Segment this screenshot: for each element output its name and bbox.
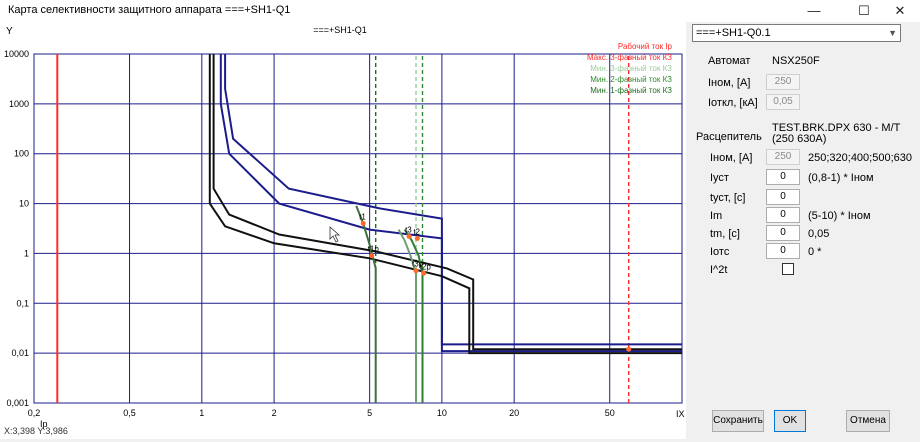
- tust-label: tуст, [c]: [710, 192, 746, 204]
- legend-entry: Рабочий ток Ip: [618, 42, 673, 51]
- plot-legend: Рабочий ток Ip Макс. 3-фазный ток КЗ Мин. …: [587, 42, 673, 95]
- x-tick-label: 2: [272, 408, 277, 418]
- y-tick-label: 100: [14, 149, 29, 159]
- iust-label: Iуст: [710, 172, 729, 184]
- x-tick-label: 0,2: [28, 408, 41, 418]
- y-tick-label: 1: [24, 248, 29, 258]
- y-tick-label: 10000: [4, 49, 29, 59]
- device-select[interactable]: ===+SH1-Q0.1 ▼: [692, 24, 901, 42]
- selectivity-plot[interactable]: ===+SH1-Q1 Y Ip IX 10000 1000 100 10 1 0,1 0,0…: [0, 22, 686, 439]
- inom-label: Iном, [A]: [708, 77, 751, 89]
- point-label: t1: [359, 212, 366, 221]
- plot-canvas[interactable]: ===+SH1-Q1 Y Ip IX 1000010001001010,10,0…: [0, 22, 686, 439]
- x-tick-label: 0,5: [123, 408, 136, 418]
- i2t-checkbox[interactable]: [782, 263, 794, 275]
- x-units-label: IX: [676, 409, 685, 419]
- legend-entry: Мин. 1-фазный ток КЗ: [590, 86, 672, 95]
- point-label: t2: [413, 227, 420, 236]
- series-line-8: [212, 54, 682, 351]
- cancel-button[interactable]: Отмена: [846, 410, 890, 432]
- series-line-6: [224, 54, 682, 346]
- series-line-10: [397, 229, 417, 403]
- point-label: t2p: [420, 262, 432, 271]
- iust-field[interactable]: 0: [766, 169, 800, 185]
- rel-inom-options: 250;320;400;500;630: [808, 152, 912, 164]
- inom-field[interactable]: 250: [766, 74, 800, 90]
- window-title: Карта селективности защитного аппарата =…: [8, 4, 291, 16]
- mouse-cursor-icon: [329, 226, 341, 243]
- legend-entry: Макс. 3-фазный ток КЗ: [587, 53, 672, 62]
- ioff-label: Iоткл, [кА]: [708, 97, 758, 109]
- minimize-button[interactable]: —: [794, 0, 834, 22]
- chart-title: ===+SH1-Q1: [313, 25, 367, 35]
- y-tick-label: 1000: [9, 99, 29, 109]
- ioff-field[interactable]: 0,05: [766, 94, 800, 110]
- breaker-label: Автомат: [708, 55, 751, 67]
- x-tick-label: 5: [367, 408, 372, 418]
- rel-inom-field[interactable]: 250: [766, 149, 800, 165]
- y-tick-label: 10: [19, 199, 29, 209]
- ok-button[interactable]: OK: [774, 410, 806, 432]
- legend-entry: Мин. 3-фазный ток КЗ: [590, 64, 672, 73]
- im-hint: (5-10) * Iном: [808, 210, 871, 222]
- x-tick-label: 20: [509, 408, 519, 418]
- intersection-point: [414, 235, 420, 241]
- im-field[interactable]: 0: [766, 207, 800, 223]
- y-tick-label: 0,01: [11, 348, 29, 358]
- max-sc-point: [626, 346, 632, 352]
- intersection-point: [406, 233, 412, 239]
- rel-inom-label: Iном, [A]: [710, 152, 753, 164]
- breaker-value: NSX250F: [772, 55, 820, 67]
- point-label: t1p: [368, 245, 380, 254]
- chevron-down-icon: ▼: [888, 28, 897, 38]
- iotc-label: Iотс: [710, 246, 730, 258]
- intersection-point: [421, 270, 427, 276]
- device-select-value: ===+SH1-Q0.1: [696, 27, 771, 39]
- i2t-label: I^2t: [710, 264, 728, 276]
- title-bar: Карта селективности защитного аппарата =…: [0, 0, 920, 23]
- intersection-point: [360, 220, 366, 226]
- y-tick-label: 0,1: [16, 298, 29, 308]
- x-tick-label: 10: [437, 408, 447, 418]
- im-label: Im: [710, 210, 723, 222]
- legend-entry: Мин. 2-фазный ток КЗ: [590, 75, 672, 84]
- maximize-button[interactable]: ☐: [844, 0, 884, 22]
- save-button[interactable]: Сохранить: [712, 410, 764, 432]
- intersection-point: [413, 268, 419, 274]
- close-button[interactable]: ✕: [880, 0, 920, 22]
- series-line-9: [355, 205, 377, 403]
- iotc-field[interactable]: 0: [766, 243, 800, 259]
- release-label: Расцепитель: [696, 131, 762, 143]
- point-label: t3: [405, 225, 412, 234]
- y-tick-label: 0,001: [6, 398, 29, 408]
- tust-field[interactable]: 0: [766, 189, 800, 205]
- tm-field[interactable]: 0: [766, 225, 800, 241]
- x-tick-label: 1: [199, 408, 204, 418]
- intersection-point: [369, 253, 375, 259]
- tm-label: tm, [c]: [710, 228, 740, 240]
- iotc-hint: 0 *: [808, 246, 822, 258]
- cursor-coordinates: X:3,398 Y:3,986: [4, 426, 68, 436]
- tm-hint: 0,05: [808, 228, 830, 240]
- iust-hint: (0,8-1) * Iном: [808, 172, 874, 184]
- x-tick-label: 50: [605, 408, 615, 418]
- series-line-11: [403, 229, 424, 403]
- settings-panel: ===+SH1-Q0.1 ▼ Автомат NSX250F Iном, [A]…: [686, 22, 920, 439]
- y-axis-label: Y: [6, 26, 13, 37]
- series-line-5: [219, 54, 682, 353]
- release-value: TEST.BRK.DPX 630 - M/T (250 630A): [772, 122, 901, 145]
